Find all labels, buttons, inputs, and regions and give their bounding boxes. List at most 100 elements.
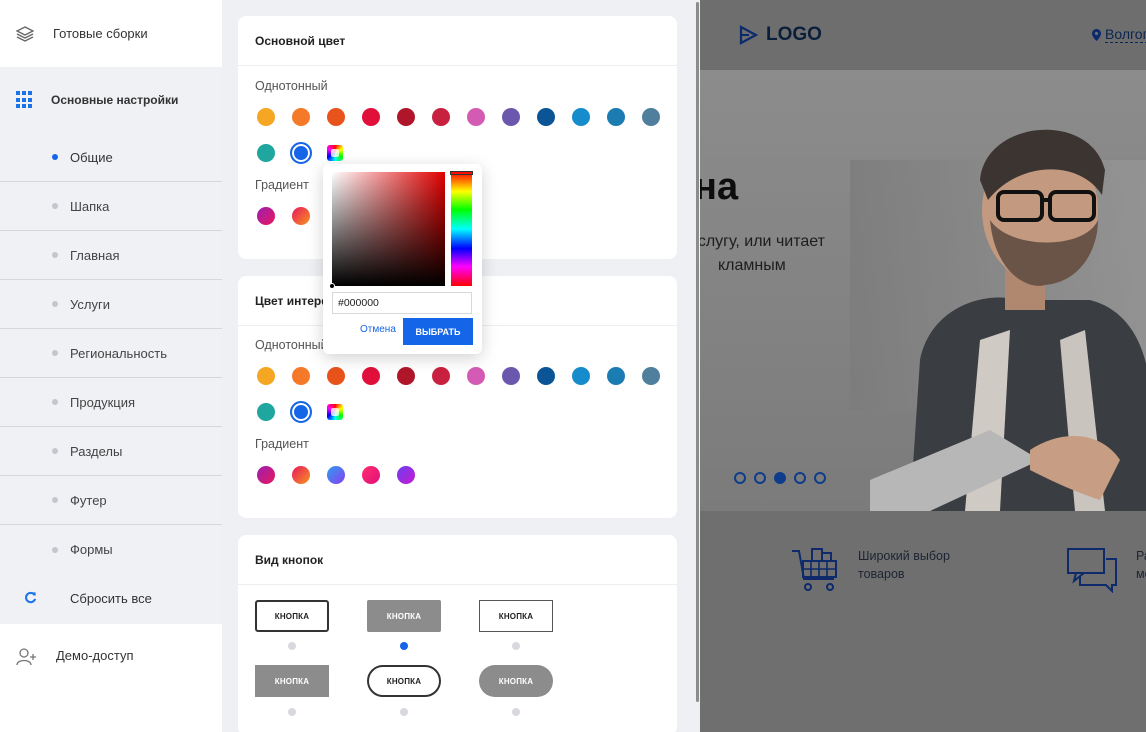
color-swatch[interactable]: [642, 108, 660, 126]
color-swatch[interactable]: [292, 367, 310, 385]
button-style-radio[interactable]: [288, 642, 296, 650]
color-swatch[interactable]: [257, 108, 275, 126]
color-picker-popup: #000000 Отмена ВЫБРАТЬ: [323, 164, 482, 354]
slider-dot[interactable]: [794, 472, 806, 484]
color-swatch[interactable]: [502, 367, 520, 385]
button-style-filled[interactable]: КНОПКА: [367, 600, 441, 632]
grid-icon: [16, 91, 34, 109]
color-swatch[interactable]: [327, 108, 345, 126]
gradient-swatch[interactable]: [327, 466, 345, 484]
button-style-thin-outline[interactable]: КНОПКА: [479, 600, 553, 632]
hero-title: на: [700, 166, 739, 208]
color-swatch[interactable]: [607, 367, 625, 385]
solid-swatches-row: [257, 142, 343, 164]
custom-color-icon[interactable]: [327, 145, 343, 161]
color-swatch[interactable]: [257, 144, 275, 162]
sidebar-item-regionality[interactable]: Региональность: [0, 329, 222, 378]
color-swatch[interactable]: [257, 367, 275, 385]
color-swatch[interactable]: [572, 108, 590, 126]
solid-swatches-row: [257, 401, 343, 423]
gradient-swatch[interactable]: [292, 207, 310, 225]
button-style-radio[interactable]: [400, 642, 408, 650]
sidebar-item-forms[interactable]: Формы: [0, 525, 222, 574]
color-swatch[interactable]: [292, 108, 310, 126]
sidebar-item-footer[interactable]: Футер: [0, 476, 222, 525]
sidebar-item-products[interactable]: Продукция: [0, 378, 222, 427]
button-style-filled-square[interactable]: КНОПКА: [255, 665, 329, 697]
hue-slider[interactable]: [450, 171, 473, 286]
bullet-icon: [52, 399, 58, 405]
feature-chat: Раме: [1066, 547, 1146, 593]
sidebar-item-main-settings[interactable]: Основные настройки: [0, 67, 222, 133]
hue-handle[interactable]: [450, 171, 473, 175]
gradient-swatch[interactable]: [292, 466, 310, 484]
demo-access-label: Демо-доступ: [56, 648, 134, 663]
color-swatch[interactable]: [397, 367, 415, 385]
feature-text: Раме: [1136, 549, 1146, 581]
sidebar-item-home[interactable]: Главная: [0, 231, 222, 280]
color-swatch-selected[interactable]: [290, 142, 312, 164]
button-style-radio[interactable]: [512, 642, 520, 650]
color-swatch[interactable]: [467, 367, 485, 385]
gradient-swatch[interactable]: [362, 466, 380, 484]
gradient-swatches-row: [257, 466, 415, 484]
location-pin-icon: [1092, 28, 1101, 41]
slider-dot[interactable]: [734, 472, 746, 484]
solid-swatches-row: [257, 108, 660, 126]
gradient-label: Градиент: [255, 178, 309, 192]
slider-dot[interactable]: [754, 472, 766, 484]
sidebar-item-services[interactable]: Услуги: [0, 280, 222, 329]
color-swatch[interactable]: [537, 108, 555, 126]
gradient-swatch[interactable]: [397, 466, 415, 484]
color-swatch[interactable]: [257, 403, 275, 421]
feature-wide-choice: Широкий выбор товаров: [790, 547, 950, 593]
button-style-radio[interactable]: [400, 708, 408, 716]
choose-button[interactable]: ВЫБРАТЬ: [403, 318, 473, 345]
button-style-outline-rounded[interactable]: КНОПКА: [367, 665, 441, 697]
demo-access-button[interactable]: Демо-доступ: [0, 624, 222, 732]
color-swatch-selected[interactable]: [290, 401, 312, 423]
button-style-outline[interactable]: КНОПКА: [255, 600, 329, 632]
feature-text: Широкий выбор товаров: [858, 549, 950, 581]
preview-header: LOGO Волгог: [700, 0, 1146, 70]
city-selector[interactable]: Волгог: [1092, 26, 1146, 43]
cancel-button[interactable]: Отмена: [360, 324, 396, 335]
color-swatch[interactable]: [327, 367, 345, 385]
color-swatch[interactable]: [607, 108, 625, 126]
color-cursor[interactable]: [329, 283, 335, 289]
color-swatch[interactable]: [467, 108, 485, 126]
sidebar-item-label: Основные настройки: [51, 93, 179, 107]
site-preview: LOGO Волгог на услугу, или читает кламны…: [700, 0, 1146, 732]
button-style-radio[interactable]: [512, 708, 520, 716]
sidebar-item-sections[interactable]: Разделы: [0, 427, 222, 476]
color-swatch[interactable]: [537, 367, 555, 385]
color-swatch[interactable]: [432, 367, 450, 385]
bullet-icon: [52, 203, 58, 209]
color-swatch[interactable]: [397, 108, 415, 126]
sidebar-item-ready-builds[interactable]: Готовые сборки: [0, 0, 222, 67]
color-swatch[interactable]: [432, 108, 450, 126]
color-swatch[interactable]: [502, 108, 520, 126]
saturation-value-area[interactable]: [329, 172, 445, 289]
slider-dot-active[interactable]: [774, 472, 786, 484]
logo-text: LOGO: [766, 24, 822, 45]
color-swatch[interactable]: [362, 108, 380, 126]
button-style-radio[interactable]: [288, 708, 296, 716]
custom-color-icon[interactable]: [327, 404, 343, 420]
color-swatch[interactable]: [362, 367, 380, 385]
gradient-swatch[interactable]: [257, 466, 275, 484]
scrollbar-thumb[interactable]: [696, 2, 699, 702]
slider-dot[interactable]: [814, 472, 826, 484]
hex-input[interactable]: #000000: [332, 292, 472, 314]
sidebar-item-header[interactable]: Шапка: [0, 182, 222, 231]
chat-icon: [1067, 548, 1117, 593]
slider-dots[interactable]: [734, 472, 826, 484]
card-title: Вид кнопок: [238, 535, 677, 585]
city-name: Волгог: [1105, 26, 1146, 43]
color-swatch[interactable]: [572, 367, 590, 385]
gradient-swatch[interactable]: [257, 207, 275, 225]
sidebar-item-general[interactable]: Общие: [0, 133, 222, 182]
reset-all-button[interactable]: Сбросить все: [0, 574, 222, 623]
color-swatch[interactable]: [642, 367, 660, 385]
button-style-filled-rounded[interactable]: КНОПКА: [479, 665, 553, 697]
